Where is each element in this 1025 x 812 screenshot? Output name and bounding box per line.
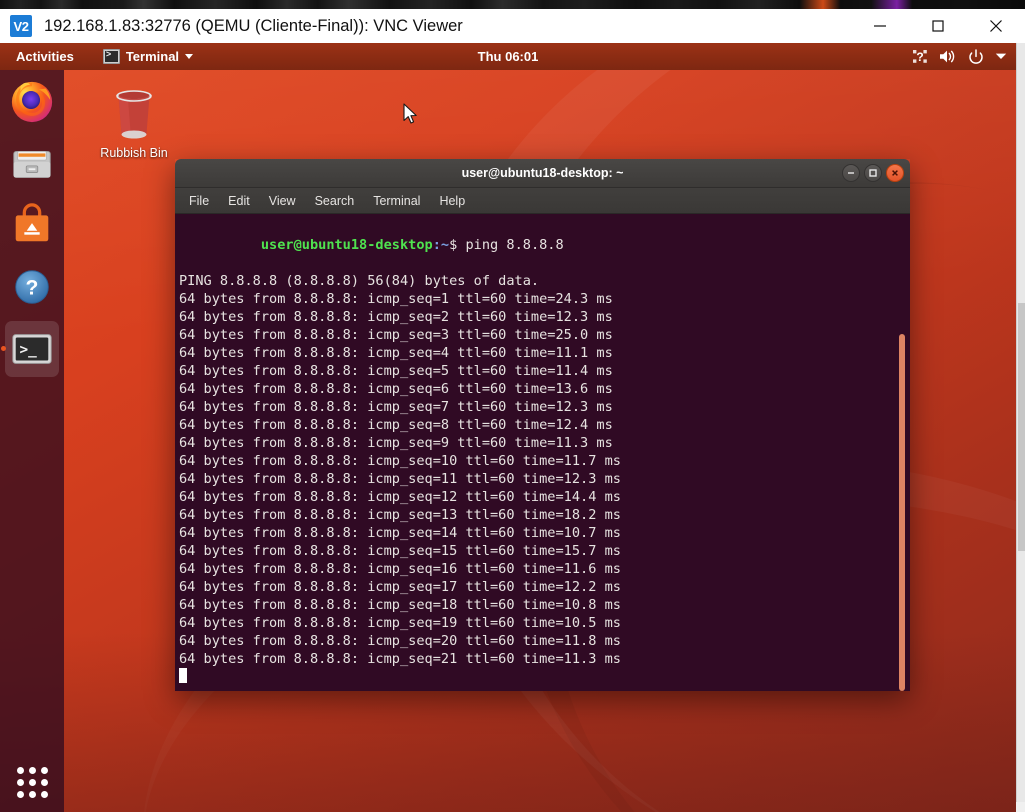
chevron-down-icon[interactable] [995,52,1007,61]
terminal-line: 64 bytes from 8.8.8.8: icmp_seq=9 ttl=60… [179,434,910,452]
desktop-icon-rubbish-bin[interactable]: Rubbish Bin [88,85,180,160]
terminal-line: 64 bytes from 8.8.8.8: icmp_seq=6 ttl=60… [179,380,910,398]
terminal-cursor [179,668,187,683]
terminal-icon [103,49,120,64]
app-menu-label: Terminal [126,49,179,64]
files-icon [9,140,55,186]
firefox-icon [9,78,55,124]
dock-item-help[interactable]: ? [0,256,64,318]
terminal-menubar: File Edit View Search Terminal Help [175,188,910,214]
terminal-maximize-button[interactable] [864,164,882,182]
vnc-titlebar[interactable]: V2 192.168.1.83:32776 (QEMU (Cliente-Fin… [0,9,1025,43]
app-menu-button[interactable]: Terminal [98,46,198,67]
terminal-line: 64 bytes from 8.8.8.8: icmp_seq=3 ttl=60… [179,326,910,344]
terminal-line: 64 bytes from 8.8.8.8: icmp_seq=17 ttl=6… [179,578,910,596]
screen: V2 192.168.1.83:32776 (QEMU (Cliente-Fin… [0,0,1025,812]
terminal-line: 64 bytes from 8.8.8.8: icmp_seq=10 ttl=6… [179,452,910,470]
menu-terminal[interactable]: Terminal [371,193,422,209]
terminal-line: 64 bytes from 8.8.8.8: icmp_seq=19 ttl=6… [179,614,910,632]
dock-item-files[interactable] [0,132,64,194]
terminal-line: 64 bytes from 8.8.8.8: icmp_seq=15 ttl=6… [179,542,910,560]
terminal-titlebar[interactable]: user@ubuntu18-desktop: ~ [175,159,910,188]
terminal-window[interactable]: user@ubuntu18-desktop: ~ File Edit Vie [175,159,910,691]
vnc-close-button[interactable] [967,9,1025,43]
terminal-line: 64 bytes from 8.8.8.8: icmp_seq=20 ttl=6… [179,632,910,650]
menu-help[interactable]: Help [437,193,467,209]
activities-button[interactable]: Activities [10,46,80,67]
vnc-window-controls [851,9,1025,43]
terminal-line: 64 bytes from 8.8.8.8: icmp_seq=16 ttl=6… [179,560,910,578]
vnc-vertical-scrollbar[interactable] [1016,43,1025,812]
terminal-scrollbar-thumb[interactable] [899,334,905,691]
ubuntu-software-icon [9,202,55,248]
terminal-line: 64 bytes from 8.8.8.8: icmp_seq=7 ttl=60… [179,398,910,416]
terminal-line: 64 bytes from 8.8.8.8: icmp_seq=8 ttl=60… [179,416,910,434]
app-grid-icon [17,767,48,798]
prompt-symbol: $ [449,237,465,253]
gnome-top-bar: Activities Terminal Thu 06:01 ? [0,43,1016,70]
terminal-window-controls [842,164,904,182]
terminal-line: PING 8.8.8.8 (8.8.8.8) 56(84) bytes of d… [179,272,910,290]
terminal-minimize-button[interactable] [842,164,860,182]
vnc-maximize-button[interactable] [909,9,967,43]
terminal-line: 64 bytes from 8.8.8.8: icmp_seq=4 ttl=60… [179,344,910,362]
terminal-line: 64 bytes from 8.8.8.8: icmp_seq=12 ttl=6… [179,488,910,506]
vnc-minimize-button[interactable] [851,9,909,43]
terminal-close-button[interactable] [886,164,904,182]
dock-item-firefox[interactable] [0,70,64,132]
volume-icon[interactable] [939,49,957,64]
menu-view[interactable]: View [267,193,298,209]
terminal-output-lines: PING 8.8.8.8 (8.8.8.8) 56(84) bytes of d… [179,272,910,668]
vnc-window-title: 192.168.1.83:32776 (QEMU (Cliente-Final)… [44,17,463,36]
terminal-prompt-line: user@ubuntu18-desktop:~$ ping 8.8.8.8 [179,218,910,272]
terminal-icon: >_ [9,326,55,372]
terminal-line: 64 bytes from 8.8.8.8: icmp_seq=13 ttl=6… [179,506,910,524]
svg-text:?: ? [916,50,923,64]
vnc-scrollbar-thumb[interactable] [1018,303,1025,551]
menu-file[interactable]: File [187,193,211,209]
dock-item-software[interactable] [0,194,64,256]
terminal-cursor-line [179,668,910,686]
help-icon: ? [9,264,55,310]
terminal-line: 64 bytes from 8.8.8.8: icmp_seq=2 ttl=60… [179,308,910,326]
terminal-line: 64 bytes from 8.8.8.8: icmp_seq=14 ttl=6… [179,524,910,542]
terminal-line: 64 bytes from 8.8.8.8: icmp_seq=1 ttl=60… [179,290,910,308]
system-indicators[interactable]: ? [912,49,1007,65]
ubuntu-dock: ? >_ [0,70,64,812]
menu-edit[interactable]: Edit [226,193,252,209]
menu-search[interactable]: Search [313,193,357,209]
remote-desktop-viewport[interactable]: Activities Terminal Thu 06:01 ? [0,43,1016,812]
dock-item-terminal[interactable]: >_ [0,318,64,380]
terminal-output-area[interactable]: user@ubuntu18-desktop:~$ ping 8.8.8.8 PI… [175,214,910,691]
vnc-logo-icon: V2 [10,15,32,37]
svg-text:?: ? [26,277,39,300]
rubbish-bin-icon [106,85,162,143]
terminal-line: 64 bytes from 8.8.8.8: icmp_seq=5 ttl=60… [179,362,910,380]
chevron-down-icon [185,54,193,59]
terminal-window-title: user@ubuntu18-desktop: ~ [175,166,910,180]
terminal-scrollbar[interactable] [896,214,910,691]
clock-label[interactable]: Thu 06:01 [478,49,539,64]
prompt-command: ping 8.8.8.8 [465,237,563,253]
vnc-scrollbar-corner [1016,802,1025,812]
power-icon[interactable] [968,49,984,65]
terminal-line: 64 bytes from 8.8.8.8: icmp_seq=21 ttl=6… [179,650,910,668]
terminal-line: 64 bytes from 8.8.8.8: icmp_seq=18 ttl=6… [179,596,910,614]
accessibility-icon[interactable]: ? [912,49,928,64]
desktop-icon-label: Rubbish Bin [100,146,167,160]
vnc-hidden-toolbar-strip [0,0,1025,9]
show-applications-button[interactable] [0,752,64,812]
terminal-line: 64 bytes from 8.8.8.8: icmp_seq=11 ttl=6… [179,470,910,488]
svg-text:>_: >_ [20,342,38,358]
prompt-user-host: user@ubuntu18-desktop [261,237,433,253]
prompt-path: :~ [433,237,449,253]
